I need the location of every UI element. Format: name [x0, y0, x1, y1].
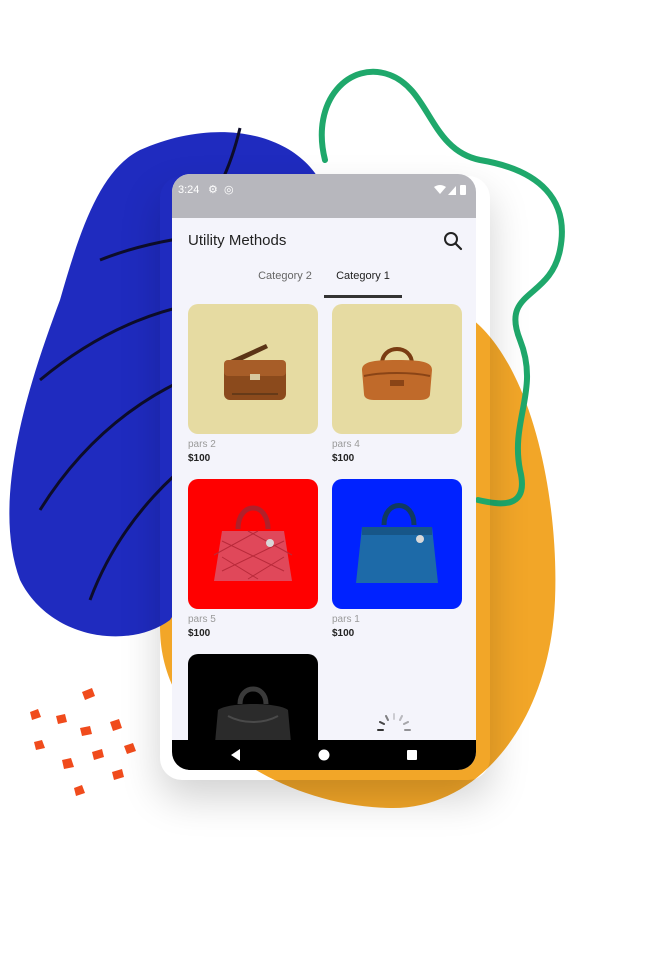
loading-spinner-icon [377, 713, 411, 731]
product-card[interactable]: pars 1 $100 [332, 479, 462, 639]
signal-battery-icon [434, 185, 466, 195]
system-nav-bar [172, 740, 476, 770]
product-price: $100 [332, 453, 355, 464]
tab-category-1[interactable]: Category 1 [324, 268, 402, 298]
home-circle-icon [318, 749, 330, 761]
product-name: pars 4 [332, 439, 360, 450]
search-icon [444, 232, 463, 251]
recents-button[interactable] [392, 740, 432, 770]
product-image[interactable] [332, 304, 462, 434]
status-time: 3:24 [178, 184, 200, 196]
quilted-handbag-icon [213, 505, 293, 581]
product-card[interactable]: pars 4 $100 [332, 304, 462, 464]
product-price: $100 [188, 628, 211, 639]
messenger-bag-icon [224, 344, 286, 400]
product-image[interactable] [332, 479, 462, 609]
phone-screen: 3:24 ⚙ ◎ Utility Methods Category 2 Cate… [172, 174, 476, 770]
home-button[interactable] [304, 740, 344, 770]
status-bar: 3:24 ⚙ ◎ [172, 174, 476, 218]
product-card[interactable]: pars 2 $100 [188, 304, 318, 464]
settings-gear-icon: ⚙ [208, 184, 218, 196]
tote-handbag-icon [356, 503, 438, 583]
product-image[interactable] [188, 479, 318, 609]
app-bar: Utility Methods [172, 218, 476, 268]
back-triangle-icon [231, 749, 240, 761]
product-card[interactable]: pars 5 $100 [188, 479, 318, 639]
search-button[interactable] [438, 226, 468, 256]
product-price: $100 [332, 628, 355, 639]
duffel-bag-icon [362, 347, 432, 400]
recents-square-icon [407, 750, 417, 760]
product-image[interactable] [188, 304, 318, 434]
back-button[interactable] [216, 740, 256, 770]
category-tabs: Category 2 Category 1 [172, 268, 476, 298]
page-title: Utility Methods [188, 232, 287, 249]
product-name: pars 1 [332, 614, 360, 625]
product-price: $100 [188, 453, 211, 464]
confetti [30, 688, 136, 796]
product-name: pars 5 [188, 614, 216, 625]
product-name: pars 2 [188, 439, 216, 450]
sync-icon: ◎ [224, 184, 234, 196]
tab-category-2[interactable]: Category 2 [250, 268, 320, 298]
